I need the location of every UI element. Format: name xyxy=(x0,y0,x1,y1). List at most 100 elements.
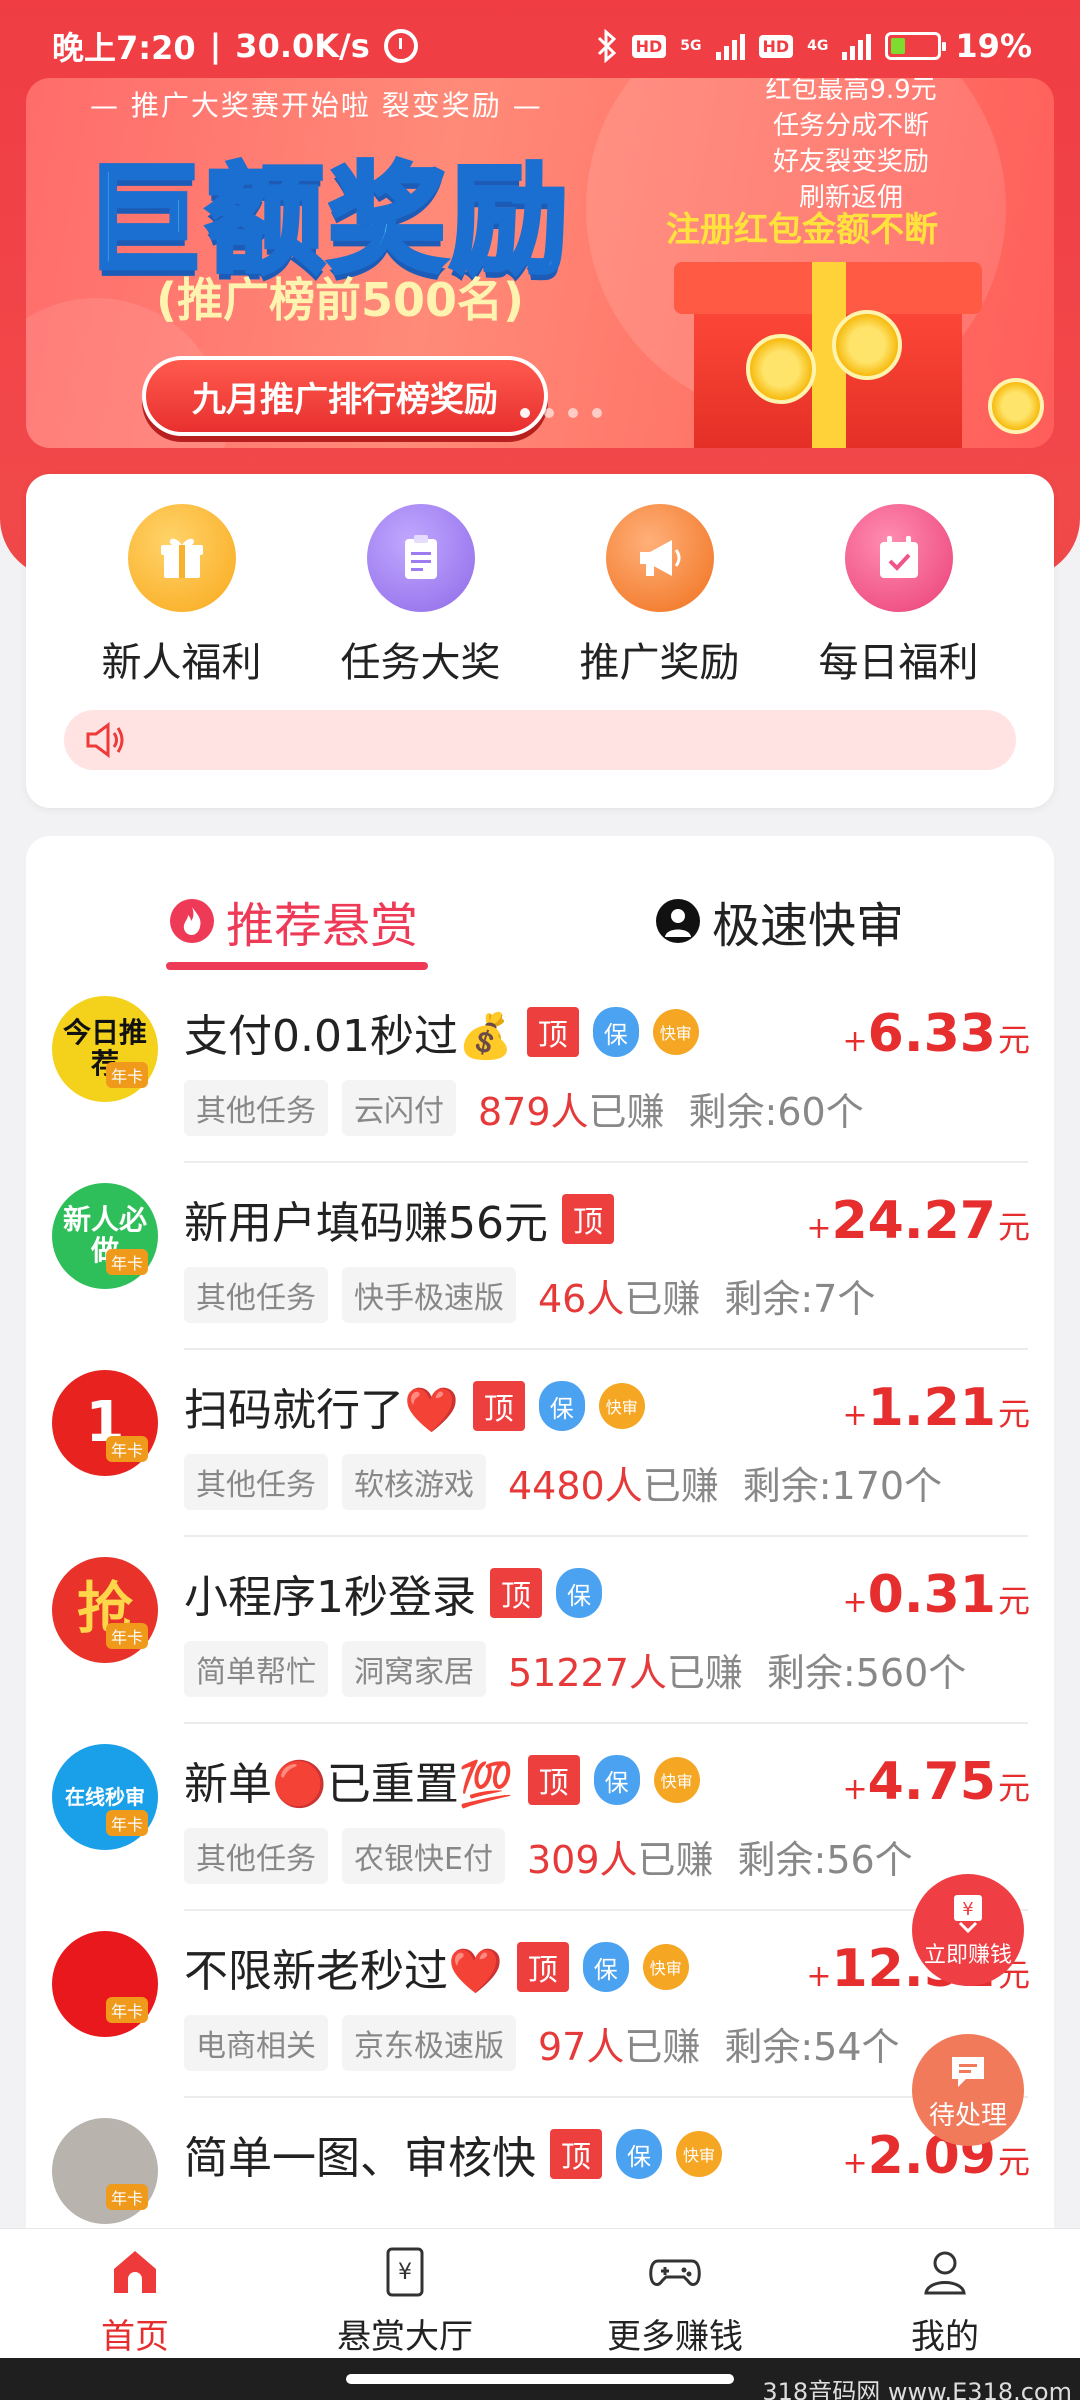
task-platform: 软核游戏 xyxy=(342,1454,486,1510)
annual-card-badge: 年卡 xyxy=(106,1249,149,1275)
pending-button[interactable]: 待处理 xyxy=(912,2034,1024,2146)
banner-rank-text: (推广榜前500名) xyxy=(156,273,525,327)
gamepad-icon xyxy=(649,2259,701,2286)
signal-icon-2 xyxy=(842,32,872,60)
reward-unit: 元 xyxy=(997,1395,1030,1433)
watermark: 318音码网 www.E318.com xyxy=(762,2378,1072,2400)
red-envelope-gift-box-illustration xyxy=(674,262,982,448)
reward-unit: 元 xyxy=(997,1208,1030,1246)
task-reward: + 0.31 元 xyxy=(843,1565,1030,1625)
network-5g-label: 5G xyxy=(680,38,702,54)
coin-icon xyxy=(988,378,1044,434)
task-row[interactable]: 1 年卡 扫码就行了❤️ 顶保快审 其他任务 软核游戏 4480人已赚 剩余:1… xyxy=(26,1350,1054,1537)
top-badge: 顶 xyxy=(490,1568,542,1618)
notice-bar[interactable] xyxy=(64,710,1016,770)
earn-now-button[interactable]: ¥ 立即赚钱 xyxy=(912,1874,1024,1986)
reward-plus: + xyxy=(806,1211,832,1246)
task-meta: 其他任务 农银快E付 309人已赚 剩余:56个 xyxy=(184,1828,913,1884)
remaining-count: 剩余:54个 xyxy=(724,2024,900,2069)
hd-badge-2: HD xyxy=(758,34,794,58)
reward-plus: + xyxy=(842,2146,868,2181)
home-indicator[interactable] xyxy=(346,2374,734,2384)
guarantee-badge: 保 xyxy=(556,1568,602,1618)
guarantee-badge: 保 xyxy=(593,1755,640,1805)
reward-unit: 元 xyxy=(997,1582,1030,1620)
task-row[interactable]: 新人必做 年卡 新用户填码赚56元 顶 其他任务 快手极速版 46人已赚 剩余:… xyxy=(26,1163,1054,1350)
task-title: 扫码就行了❤️ xyxy=(184,1385,459,1436)
bluetooth-icon xyxy=(597,29,616,63)
nav-label: 悬赏大厅 xyxy=(337,2317,473,2357)
coin-icon xyxy=(832,310,902,380)
task-platform: 快手极速版 xyxy=(342,1267,516,1323)
annual-card-badge: 年卡 xyxy=(106,2184,149,2210)
reward-amount: 0.31 xyxy=(867,1565,996,1625)
task-title: 新用户填码赚56元 xyxy=(184,1198,548,1249)
nav-home[interactable]: 首页 xyxy=(35,2229,235,2358)
hd-badge: HD xyxy=(631,34,667,58)
quick-item-promo-reward[interactable]: 推广奖励 xyxy=(560,504,760,688)
clipboard-icon xyxy=(366,504,475,612)
banner-ranking-button[interactable]: 九月推广排行榜奖励 xyxy=(142,356,548,436)
remaining-count: 剩余:560个 xyxy=(766,1650,967,1695)
status-time: 晚上7:20 xyxy=(52,29,196,67)
task-title: 小程序1秒登录 xyxy=(184,1572,476,1623)
task-title-row: 扫码就行了❤️ 顶保快审 xyxy=(184,1374,645,1438)
banner-feature: 红包最高9.9元 xyxy=(765,78,937,105)
yuan-download-icon: ¥ xyxy=(954,1895,982,1934)
status-net-speed: 30.0K/s xyxy=(235,27,370,65)
fire-icon xyxy=(170,899,214,943)
quick-item-daily-welfare[interactable]: 每日福利 xyxy=(799,504,999,688)
task-row[interactable]: 今日推荐 年卡 支付0.01秒过💰 顶保快审 其他任务 云闪付 879人已赚 剩… xyxy=(26,976,1054,1163)
remaining-count: 剩余:7个 xyxy=(724,1276,876,1321)
avatar-text: 在线秒审 xyxy=(65,1785,145,1809)
task-row[interactable]: 年卡 不限新老秒过❤️ 顶保快审 电商相关 京东极速版 97人已赚 剩余:54个… xyxy=(26,1911,1054,2098)
task-meta: 其他任务 云闪付 879人已赚 剩余:60个 xyxy=(184,1080,864,1136)
task-category: 电商相关 xyxy=(184,2015,328,2071)
user-icon xyxy=(924,2251,966,2295)
pagination-dot[interactable] xyxy=(568,408,578,418)
nav-more-earning[interactable]: 更多赚钱 xyxy=(575,2229,775,2358)
alarm-icon xyxy=(383,29,418,63)
task-category: 简单帮忙 xyxy=(184,1641,328,1697)
task-title: 不限新老秒过❤️ xyxy=(184,1946,503,1997)
pagination-dot[interactable] xyxy=(592,408,602,418)
top-badge: 顶 xyxy=(562,1194,614,1244)
reward-plus: + xyxy=(842,1585,868,1620)
task-platform: 农银快E付 xyxy=(342,1828,505,1884)
nav-label: 首页 xyxy=(101,2317,169,2357)
tab-active-indicator xyxy=(166,962,428,970)
reward-plus: + xyxy=(842,1024,868,1059)
tab-fast-review[interactable]: 极速快审 xyxy=(656,886,904,956)
calendar-check-icon xyxy=(844,504,953,612)
task-row[interactable]: 在线秒审 年卡 新单🔴已重置💯 顶保快审 其他任务 农银快E付 309人已赚 剩… xyxy=(26,1724,1054,1911)
coin-icon xyxy=(746,334,816,404)
nav-bounty-hall[interactable]: ¥ 悬赏大厅 xyxy=(305,2229,505,2358)
task-title: 支付0.01秒过💰 xyxy=(184,1011,513,1062)
earned-count: 51227人已赚 xyxy=(508,1650,743,1695)
quick-item-task-prize[interactable]: 任务大奖 xyxy=(321,504,521,688)
task-title-row: 支付0.01秒过💰 顶保快审 xyxy=(184,1000,699,1064)
earned-count: 4480人已赚 xyxy=(508,1463,719,1508)
guarantee-badge: 保 xyxy=(538,1381,585,1431)
task-category: 其他任务 xyxy=(184,1080,328,1136)
gift-icon xyxy=(127,504,236,612)
megaphone-icon xyxy=(605,504,714,612)
tab-label: 推荐悬赏 xyxy=(226,898,419,954)
guarantee-badge: 保 xyxy=(592,1007,639,1057)
top-badge: 顶 xyxy=(472,1381,525,1431)
task-row[interactable]: 抢 年卡 小程序1秒登录 顶保 简单帮忙 洞窝家居 51227人已赚 剩余:56… xyxy=(26,1537,1054,1724)
task-platform: 京东极速版 xyxy=(342,2015,516,2071)
chat-bubble-icon xyxy=(952,2056,984,2087)
pagination-dot[interactable] xyxy=(544,408,554,418)
annual-card-badge: 年卡 xyxy=(106,1062,149,1088)
task-reward: + 24.27 元 xyxy=(806,1191,1030,1251)
nav-mine[interactable]: 我的 xyxy=(845,2229,1045,2358)
quick-item-label: 新人福利 xyxy=(101,640,262,686)
banner-register-text: 注册红包金额不断 xyxy=(666,210,938,250)
pagination-dot[interactable] xyxy=(520,408,530,418)
quick-item-newbie-welfare[interactable]: 新人福利 xyxy=(82,504,282,688)
tab-recommended[interactable]: 推荐悬赏 xyxy=(170,886,418,956)
task-reward: + 4.75 元 xyxy=(843,1752,1030,1812)
bottom-navigation: 首页 ¥ 悬赏大厅 更多赚钱 我的 xyxy=(0,2228,1080,2358)
promo-banner[interactable]: — 推广大奖赛开始啦 裂变奖励 — 巨额奖励 (推广榜前500名) 九月推广排行… xyxy=(26,78,1054,448)
